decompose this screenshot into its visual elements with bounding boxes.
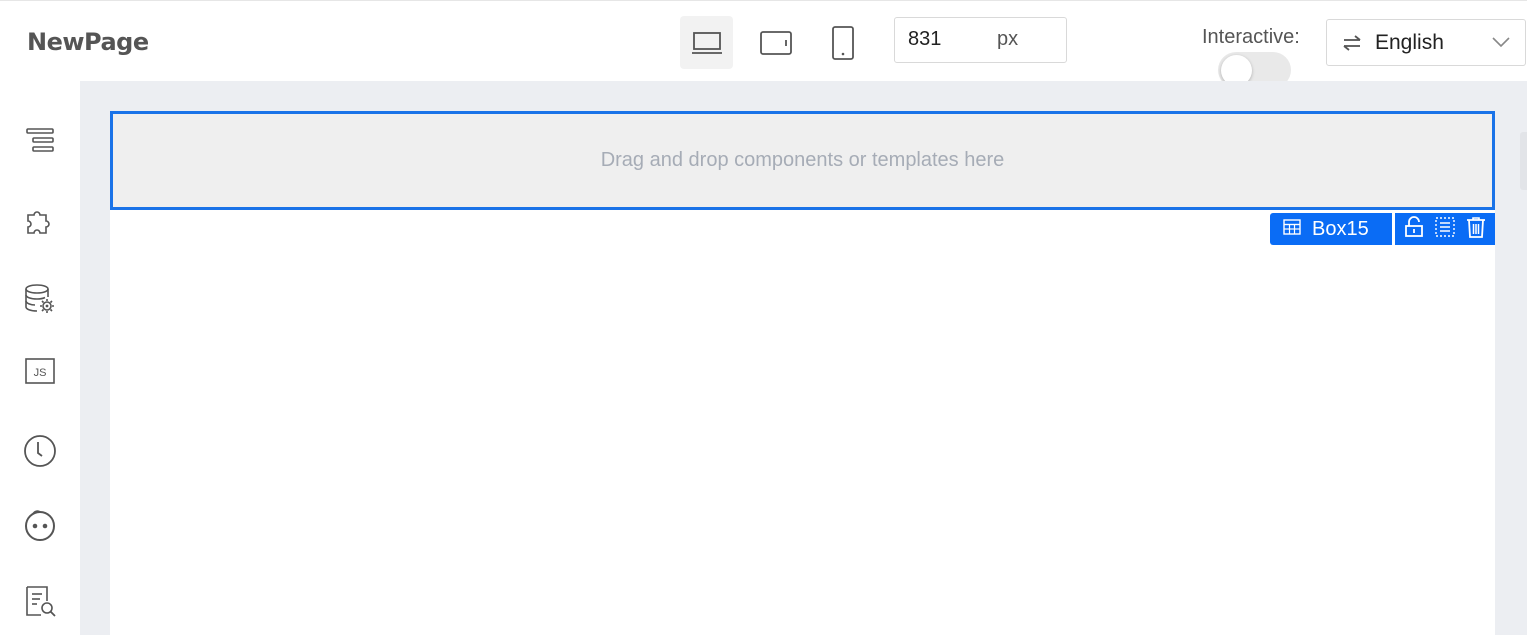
drop-placeholder-text: Drag and drop components or templates he… <box>600 149 1005 171</box>
clock-icon <box>23 434 57 473</box>
swap-icon <box>1341 33 1363 58</box>
language-select[interactable]: English <box>1326 19 1526 66</box>
sidebar-item-data-source[interactable] <box>22 283 58 319</box>
canvas-width-field[interactable]: px <box>894 17 1067 63</box>
select-parent-icon <box>1434 216 1456 243</box>
phone-icon <box>830 25 856 61</box>
width-unit-label: px <box>997 28 1019 50</box>
table-icon <box>1283 218 1301 240</box>
tablet-icon <box>759 29 793 57</box>
canvas-area: Drag and drop components or templates he… <box>80 81 1527 635</box>
left-sidebar: JS <box>0 81 80 635</box>
interactive-label: Interactive: <box>1202 26 1300 48</box>
svg-text:JS: JS <box>34 367 47 379</box>
top-toolbar: NewPage px Interactive: English <box>0 0 1527 88</box>
sidebar-item-javascript[interactable]: JS <box>22 355 58 391</box>
language-value: English <box>1375 31 1444 54</box>
document-search-icon <box>23 584 57 623</box>
page-canvas[interactable]: Drag and drop components or templates he… <box>110 111 1495 635</box>
outline-icon <box>24 125 56 162</box>
desktop-view-button[interactable] <box>680 16 733 69</box>
right-panel-handle[interactable] <box>1520 132 1527 190</box>
component-toolbar <box>1395 213 1495 245</box>
sidebar-item-history[interactable] <box>22 434 58 473</box>
laptop-icon <box>691 30 723 56</box>
page-title: NewPage <box>27 28 149 56</box>
drop-zone[interactable]: Drag and drop components or templates he… <box>110 111 1495 210</box>
lock-button[interactable] <box>1401 215 1427 243</box>
select-parent-button[interactable] <box>1432 216 1458 242</box>
js-icon: JS <box>24 357 56 390</box>
database-settings-icon <box>23 282 57 321</box>
delete-icon <box>1466 216 1486 243</box>
selected-component-tag[interactable]: Box15 <box>1270 213 1392 245</box>
canvas-width-input[interactable] <box>908 28 988 51</box>
sidebar-item-components[interactable] <box>22 205 58 241</box>
selected-component-label: Box15 <box>1312 217 1369 240</box>
robot-face-icon <box>23 508 57 547</box>
sidebar-item-search-code[interactable] <box>22 585 58 621</box>
tablet-view-button[interactable] <box>749 16 802 69</box>
puzzle-icon <box>24 205 56 242</box>
sidebar-item-outline[interactable] <box>22 125 58 161</box>
delete-button[interactable] <box>1463 216 1489 242</box>
mobile-view-button[interactable] <box>816 16 869 69</box>
chevron-down-icon <box>1491 35 1511 54</box>
sidebar-item-ai-assistant[interactable] <box>22 509 58 545</box>
lock-icon <box>1404 215 1424 243</box>
